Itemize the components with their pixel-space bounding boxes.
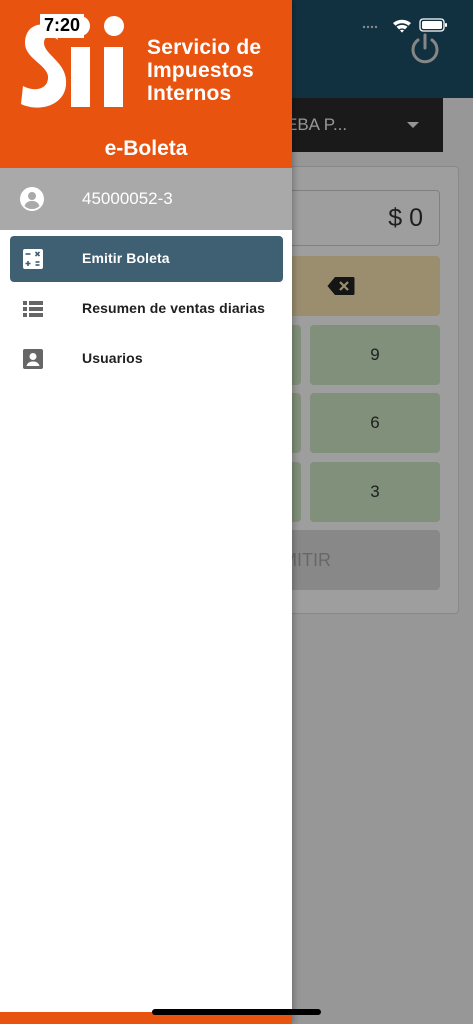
- status-time: 7:20: [40, 14, 85, 38]
- user-rut: 45000052-3: [82, 189, 173, 208]
- menu-item-label: Resumen de ventas diarias: [82, 300, 266, 316]
- menu-item-label: Emitir Boleta: [82, 250, 170, 266]
- account-circle-icon: [20, 187, 44, 211]
- contact-card-icon: [23, 349, 43, 369]
- menu-item-emitir-boleta[interactable]: Emitir Boleta: [10, 236, 283, 282]
- home-indicator: [152, 1009, 321, 1015]
- battery-icon: [419, 18, 447, 32]
- brand-line: Internos: [147, 82, 232, 105]
- wifi-icon: [393, 19, 411, 33]
- status-icons: [362, 18, 447, 33]
- brand-line: Impuestos: [147, 59, 254, 82]
- navigation-drawer: Servicio de Impuestos Internos e-Boleta …: [0, 0, 292, 1024]
- menu-item-label: Usuarios: [82, 350, 143, 366]
- calculator-icon: [23, 249, 43, 269]
- menu-item-resumen-ventas[interactable]: Resumen de ventas diarias: [10, 286, 283, 332]
- brand-name: Servicio de Impuestos Internos: [147, 36, 261, 105]
- menu-item-usuarios[interactable]: Usuarios: [10, 336, 283, 382]
- list-icon: [23, 301, 43, 317]
- brand-line: Servicio de: [147, 36, 262, 59]
- app-name: e-Boleta: [104, 137, 188, 160]
